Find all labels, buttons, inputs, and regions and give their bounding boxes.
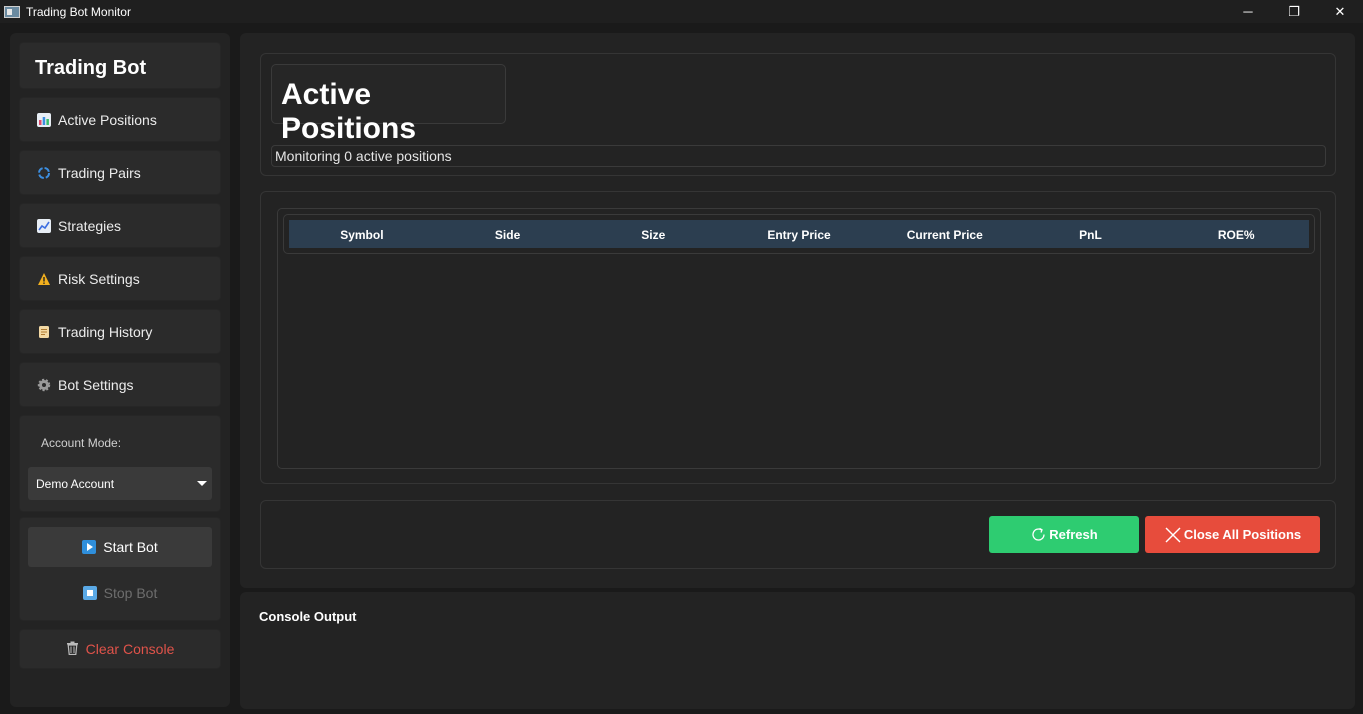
start-bot-label: Start Bot xyxy=(103,539,158,555)
sidebar-item-label: Strategies xyxy=(58,217,122,234)
close-all-label: Close All Positions xyxy=(1183,527,1302,542)
sidebar: Trading Bot Active Positions Trading Pai… xyxy=(10,33,230,707)
account-mode-select[interactable]: Demo Account xyxy=(28,467,212,500)
sidebar-item-active-positions[interactable]: Active Positions xyxy=(19,97,221,142)
column-header-pnl[interactable]: PnL xyxy=(1018,220,1164,248)
window-title-bar: Trading Bot Monitor ─ ❐ ✕ xyxy=(0,0,1363,23)
table-header-row: Symbol Side Size Entry Price Current Pri… xyxy=(289,220,1309,248)
sidebar-item-risk-settings[interactable]: Risk Settings xyxy=(19,256,221,301)
sidebar-item-label: Trading History xyxy=(58,323,153,340)
console-title: Console Output xyxy=(259,609,357,624)
restore-button[interactable]: ❐ xyxy=(1271,0,1317,23)
warning-icon xyxy=(36,271,52,287)
main-panel: Active Positions Monitoring 0 active pos… xyxy=(240,33,1355,588)
column-header-symbol[interactable]: Symbol xyxy=(289,220,435,248)
refresh-cycle-icon xyxy=(36,165,52,181)
close-icon xyxy=(1164,526,1182,544)
column-header-roe[interactable]: ROE% xyxy=(1163,220,1309,248)
table-header-frame: Symbol Side Size Entry Price Current Pri… xyxy=(283,214,1315,254)
close-all-positions-button[interactable]: Close All Positions xyxy=(1145,516,1320,553)
sidebar-item-label: Trading Pairs xyxy=(58,164,141,181)
trash-icon xyxy=(66,641,79,658)
sidebar-item-label: Active Positions xyxy=(58,111,157,128)
console-panel: Console Output xyxy=(240,592,1355,709)
sidebar-title: Trading Bot xyxy=(19,42,221,89)
app-icon xyxy=(4,5,20,18)
refresh-button[interactable]: Refresh xyxy=(989,516,1139,553)
clear-console-button[interactable]: Clear Console xyxy=(19,629,221,669)
positions-table-panel: Symbol Side Size Entry Price Current Pri… xyxy=(260,191,1336,484)
page-title: Active Positions xyxy=(271,64,506,145)
start-bot-button[interactable]: Start Bot xyxy=(28,527,212,567)
account-mode-label: Account Mode: xyxy=(41,436,122,450)
positions-table: Symbol Side Size Entry Price Current Pri… xyxy=(277,208,1321,469)
refresh-icon xyxy=(1030,526,1047,543)
refresh-label: Refresh xyxy=(1049,527,1098,542)
window-title: Trading Bot Monitor xyxy=(26,4,131,19)
sidebar-item-label: Risk Settings xyxy=(58,270,140,287)
positions-header: Active Positions Monitoring 0 active pos… xyxy=(260,53,1336,176)
gear-icon xyxy=(36,377,52,393)
bar-chart-icon xyxy=(36,112,52,128)
minimize-button[interactable]: ─ xyxy=(1225,0,1271,23)
column-header-current-price[interactable]: Current Price xyxy=(872,220,1018,248)
stop-icon xyxy=(82,586,97,600)
window-controls: ─ ❐ ✕ xyxy=(1225,0,1363,23)
account-mode-panel: Account Mode: Demo Account xyxy=(19,415,221,512)
account-mode-value: Demo Account xyxy=(36,476,115,491)
scroll-icon xyxy=(36,324,52,340)
column-header-entry-price[interactable]: Entry Price xyxy=(726,220,872,248)
chevron-down-icon xyxy=(197,481,207,486)
line-chart-icon xyxy=(36,218,52,234)
column-header-side[interactable]: Side xyxy=(435,220,581,248)
sidebar-item-strategies[interactable]: Strategies xyxy=(19,203,221,248)
status-text: Monitoring 0 active positions xyxy=(271,145,1326,167)
play-icon xyxy=(82,540,97,554)
clear-console-label: Clear Console xyxy=(85,641,175,657)
sidebar-item-bot-settings[interactable]: Bot Settings xyxy=(19,362,221,407)
close-button[interactable]: ✕ xyxy=(1317,0,1363,23)
column-header-size[interactable]: Size xyxy=(580,220,726,248)
sidebar-item-trading-history[interactable]: Trading History xyxy=(19,309,221,354)
action-bar: Refresh Close All Positions xyxy=(260,500,1336,569)
sidebar-item-label: Bot Settings xyxy=(58,376,134,393)
stop-bot-label: Stop Bot xyxy=(103,585,158,601)
stop-bot-button[interactable]: Stop Bot xyxy=(28,573,212,613)
bot-control-panel: Start Bot Stop Bot xyxy=(19,517,221,621)
sidebar-item-trading-pairs[interactable]: Trading Pairs xyxy=(19,150,221,195)
